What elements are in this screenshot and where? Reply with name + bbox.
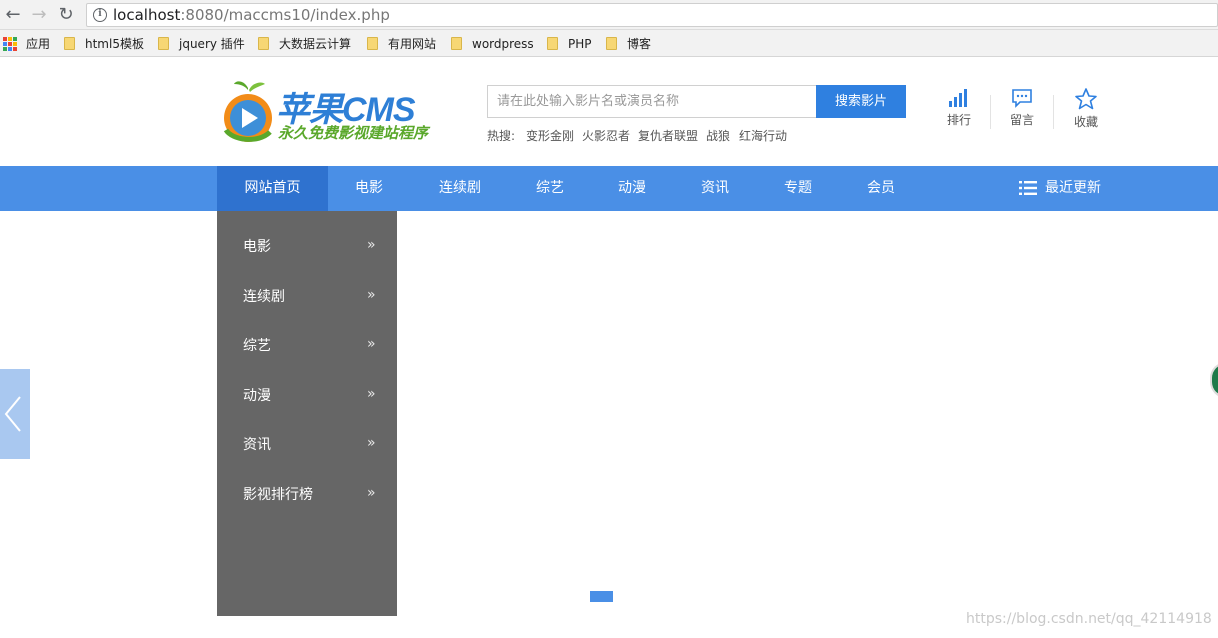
browser-toolbar: ← → ↻ i localhost:8080/maccms10/index.ph… [0,0,1218,30]
dropdown-item-label: 资讯 [243,437,271,453]
hot-search-link[interactable]: 复仇者联盟 [638,127,698,144]
logo-slogan: 永久免费影视建站程序 [278,125,429,142]
hot-search-label: 热搜: [487,129,516,143]
bookmark-label: jquery 插件 [179,37,245,51]
double-chevron-right-icon: » [367,287,376,303]
folder-icon [158,37,169,50]
bookmarks-bar: 应用 html5模板 jquery 插件 大数据云计算 有用网站 wordpre… [0,30,1218,57]
folder-icon [258,37,269,50]
folder-icon [451,37,462,50]
dropdown-item-rankings[interactable]: 影视排行榜 » [217,478,397,508]
url-path: :8080/maccms10/index.php [180,6,390,24]
divider [1053,95,1054,129]
ranking-label: 排行 [946,113,971,127]
message-icon [1012,89,1032,108]
bookmark-php[interactable]: PHP [547,35,592,53]
bookmark-label: 大数据云计算 [279,37,352,51]
apple-logo-icon [223,81,272,142]
dropdown-item-movies[interactable]: 电影 » [217,230,397,260]
bookmark-jquery[interactable]: jquery 插件 [158,35,245,53]
dropdown-item-label: 综艺 [243,338,271,354]
watermark: https://blog.csdn.net/qq_42114918 [966,611,1212,627]
address-bar[interactable]: i localhost:8080/maccms10/index.php [86,3,1218,27]
nav-anime[interactable]: 动漫 [609,166,655,211]
back-arrow-icon[interactable]: ← [2,4,24,26]
hot-search-link[interactable]: 战狼 [706,127,730,144]
nav-variety[interactable]: 综艺 [527,166,573,211]
message-button[interactable]: 留言 [1002,88,1042,128]
bookmark-blog[interactable]: 博客 [606,35,651,53]
bookmark-useful[interactable]: 有用网站 [367,35,436,53]
folder-icon [64,37,75,50]
double-chevron-right-icon: » [367,336,376,352]
dropdown-item-news[interactable]: 资讯 » [217,428,397,458]
favorites-button[interactable]: 收藏 [1066,88,1106,130]
search-button[interactable]: 搜索影片 [816,85,906,118]
main-nav: 网站首页 电影 连续剧 综艺 动漫 资讯 专题 会员 最近更新 [0,166,1218,211]
ranking-button[interactable]: 排行 [939,88,979,128]
site-header: 苹果CMS 永久免费影视建站程序 请在此处输入影片名或演员名称 搜索影片 热搜:… [0,58,1218,166]
nav-topics[interactable]: 专题 [775,166,821,211]
forward-arrow-icon[interactable]: → [28,4,50,26]
bookmark-apps[interactable]: 应用 [26,35,50,53]
bookmark-label: 有用网站 [388,37,437,51]
recent-updates-label: 最近更新 [1045,180,1101,196]
url-text[interactable]: localhost:8080/maccms10/index.php [113,6,390,24]
dropdown-item-label: 动漫 [243,388,271,404]
hot-search-link[interactable]: 变形金刚 [526,127,574,144]
double-chevron-right-icon: » [367,485,376,501]
folder-icon [606,37,617,50]
list-icon [1019,181,1037,195]
bookmark-wordpress[interactable]: wordpress [451,35,534,53]
bookmark-bigdata[interactable]: 大数据云计算 [258,35,351,53]
nav-news[interactable]: 资讯 [692,166,738,211]
floating-side-widget[interactable] [1210,362,1218,398]
bookmark-label: wordpress [472,37,534,51]
hot-search-link[interactable]: 火影忍者 [582,127,630,144]
folder-icon [547,37,558,50]
dropdown-item-series[interactable]: 连续剧 » [217,280,397,310]
chevron-left-icon [4,396,21,432]
dropdown-item-label: 电影 [243,239,271,255]
category-dropdown: 电影 » 连续剧 » 综艺 » 动漫 » 资讯 » 影视排行榜 » [217,211,397,616]
double-chevron-right-icon: » [367,237,376,253]
divider [990,95,991,129]
favorites-label: 收藏 [1073,115,1098,129]
nav-recent-updates[interactable]: 最近更新 [1012,166,1108,211]
hot-search-link[interactable]: 红海行动 [739,127,787,144]
folder-icon [367,37,378,50]
nav-series[interactable]: 连续剧 [430,166,490,211]
double-chevron-right-icon: » [367,386,376,402]
double-chevron-right-icon: » [367,435,376,451]
star-icon [1075,88,1097,110]
slider-indicator[interactable] [590,591,613,602]
reload-icon[interactable]: ↻ [55,4,77,26]
bar-chart-icon [949,89,967,107]
apps-grid-icon[interactable] [3,37,17,51]
bookmark-label: html5模板 [85,37,144,51]
search-input[interactable]: 请在此处输入影片名或演员名称 [487,85,817,118]
nav-members[interactable]: 会员 [858,166,904,211]
site-logo[interactable]: 苹果CMS 永久免费影视建站程序 [218,78,433,144]
nav-home[interactable]: 网站首页 [217,166,328,211]
dropdown-item-variety[interactable]: 综艺 » [217,329,397,359]
slider-prev-button[interactable] [0,369,30,459]
nav-movies[interactable]: 电影 [346,166,392,211]
dropdown-item-anime[interactable]: 动漫 » [217,379,397,409]
bookmark-html5[interactable]: html5模板 [64,35,144,53]
bookmark-label: 博客 [627,37,652,51]
url-host: localhost [113,6,181,24]
info-icon[interactable]: i [93,8,107,22]
dropdown-item-label: 影视排行榜 [243,487,313,503]
message-label: 留言 [1009,113,1034,127]
bookmark-label: PHP [568,37,592,51]
dropdown-item-label: 连续剧 [243,289,285,305]
